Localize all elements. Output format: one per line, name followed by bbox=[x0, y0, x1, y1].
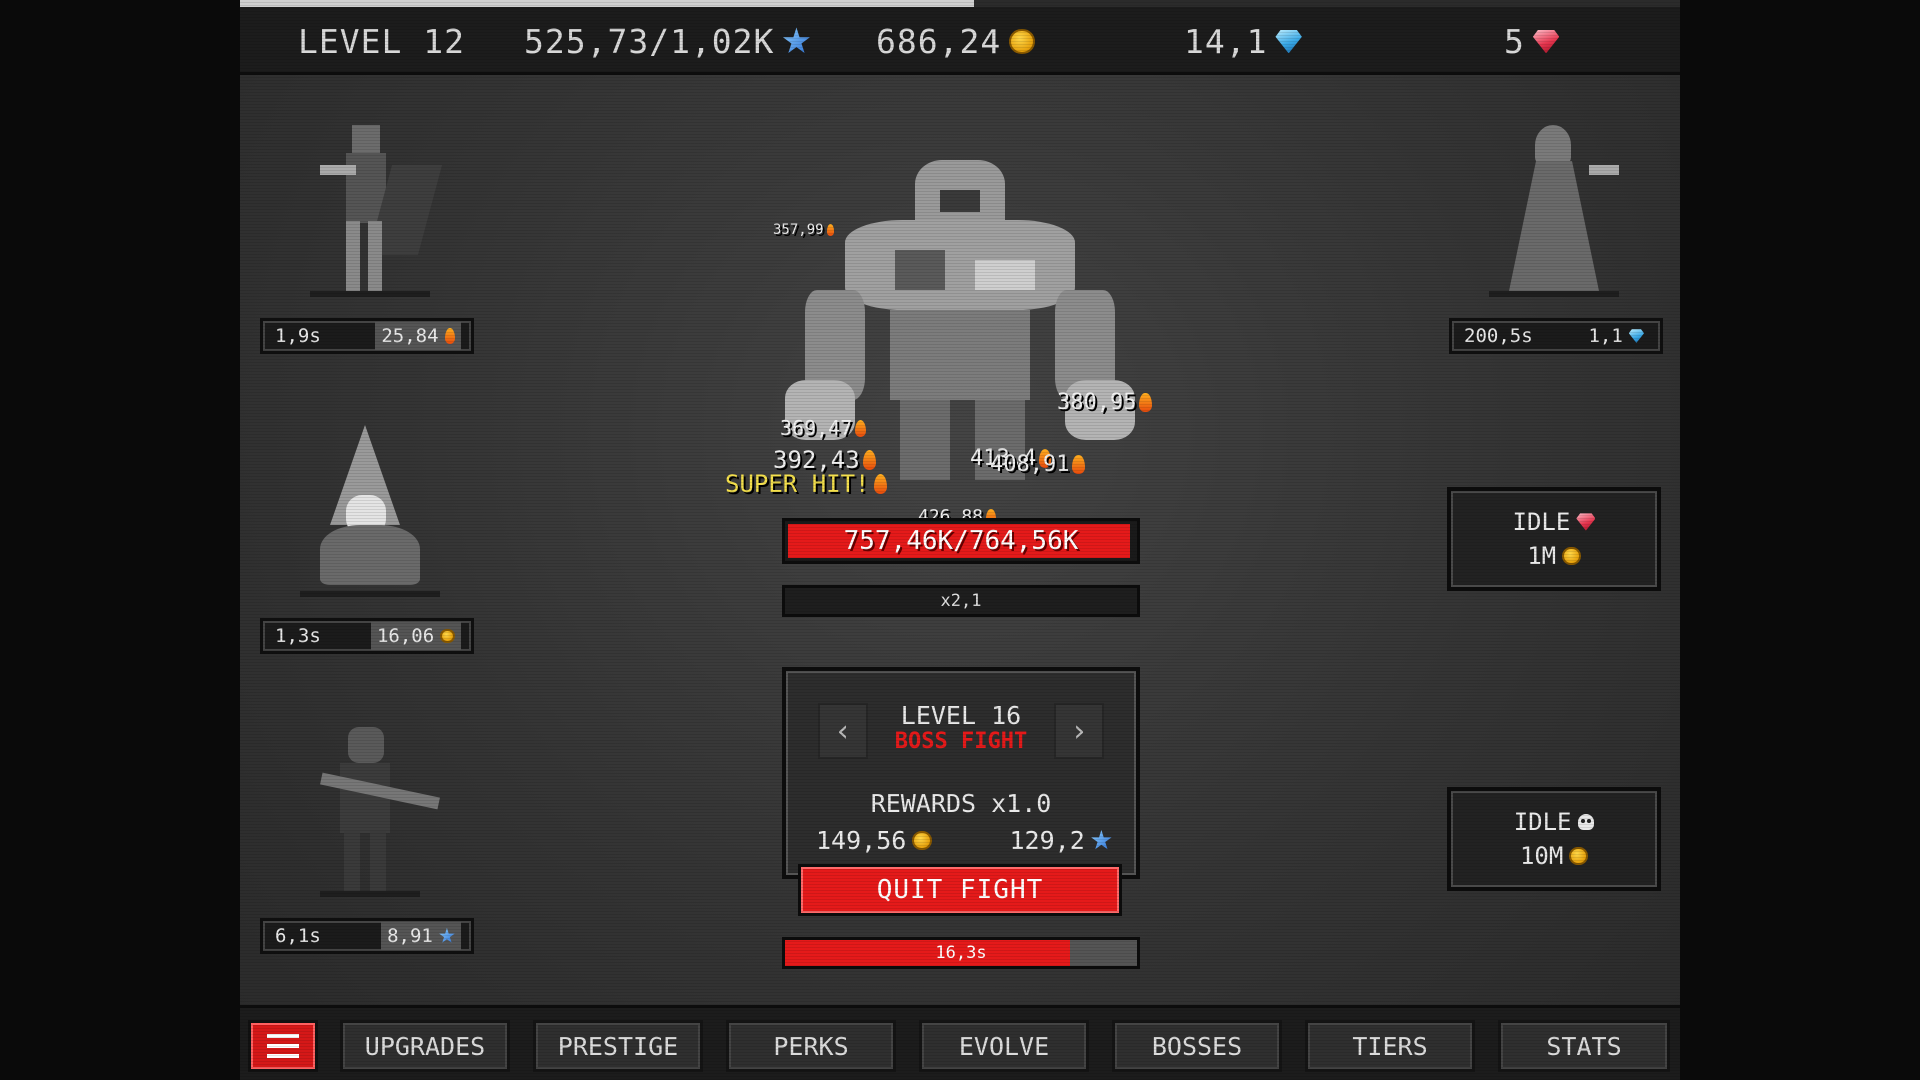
tab-tiers[interactable]: TIERS bbox=[1305, 1020, 1475, 1072]
rewards-title: REWARDS x1.0 bbox=[870, 789, 1052, 818]
star-icon bbox=[782, 27, 810, 53]
top-stats-bar: LEVEL 12 525,73/1,02K 686,24 14,1 5 bbox=[240, 7, 1680, 75]
coin-icon bbox=[912, 830, 932, 851]
gem-icon bbox=[1275, 29, 1302, 54]
skull-icon bbox=[1577, 813, 1595, 831]
hero-card-wizard[interactable]: 1,3s 16,06 bbox=[260, 415, 474, 654]
ghost-hero-sprite bbox=[1449, 115, 1659, 315]
ruby-icon bbox=[1532, 29, 1560, 54]
hero-gold: 16,06 bbox=[376, 625, 435, 647]
tab-evolve[interactable]: EVOLVE bbox=[919, 1020, 1089, 1072]
hero-stat-bar: 1,9s 25,84 bbox=[260, 318, 474, 354]
idle-label: IDLE bbox=[1512, 508, 1571, 536]
player-level: LEVEL 12 bbox=[298, 22, 465, 61]
boss-health-bar: 757,46K/764,56K bbox=[782, 518, 1140, 564]
hero-attack-time: 1,3s bbox=[275, 625, 321, 647]
xp-counter: 525,73/1,02K bbox=[524, 22, 810, 61]
hamburger-menu-button[interactable] bbox=[248, 1020, 318, 1072]
menu-icon bbox=[267, 1034, 299, 1038]
idle-cost: 10M bbox=[1519, 842, 1564, 870]
fight-timer-text: 16,3s bbox=[935, 943, 987, 963]
level-title: LEVEL 16 bbox=[900, 701, 1022, 730]
bottom-navigation: UPGRADES PRESTIGE PERKS EVOLVE BOSSES TI… bbox=[240, 1005, 1680, 1080]
flame-icon bbox=[1072, 455, 1085, 474]
flame-icon bbox=[862, 449, 876, 471]
tab-stats[interactable]: STATS bbox=[1498, 1020, 1670, 1072]
hero-attack-time: 1,9s bbox=[275, 325, 321, 347]
hero-attack-time: 200,5s bbox=[1464, 325, 1533, 347]
tab-prestige[interactable]: PRESTIGE bbox=[533, 1020, 703, 1072]
hero-stat-bar: 1,3s 16,06 bbox=[260, 618, 474, 654]
multiplier-text: x2,1 bbox=[940, 591, 982, 611]
super-hit-label: SUPER HIT! bbox=[725, 470, 887, 498]
gem-counter: 14,1 bbox=[1184, 22, 1302, 61]
damage-multiplier-bar: x2,1 bbox=[782, 585, 1140, 617]
damage-number: 369,47 bbox=[780, 416, 867, 440]
flame-icon bbox=[826, 224, 835, 236]
xp-progress-strip bbox=[240, 0, 1680, 7]
flame-icon bbox=[855, 419, 867, 437]
coin-icon bbox=[440, 628, 455, 644]
star-icon bbox=[439, 927, 455, 943]
ruby-counter: 5 bbox=[1504, 22, 1560, 61]
reward-coins: 149,56 bbox=[816, 826, 932, 855]
idle-cost: 1M bbox=[1527, 542, 1557, 570]
coin-icon bbox=[1009, 28, 1035, 55]
elf-hero-sprite bbox=[260, 115, 470, 315]
gem-icon bbox=[1628, 329, 1644, 343]
hero-card-elf[interactable]: 1,9s 25,84 bbox=[260, 115, 474, 354]
idle-skull-button[interactable]: IDLE 10M bbox=[1447, 787, 1661, 891]
hero-card-gunner[interactable]: 6,1s 8,91 bbox=[260, 715, 474, 954]
fight-timer-bar: 16,3s bbox=[782, 937, 1140, 969]
game-stage: LEVEL 12 525,73/1,02K 686,24 14,1 5 1,9s… bbox=[240, 0, 1680, 1080]
hero-card-ghost[interactable]: 200,5s 1,1 bbox=[1449, 115, 1663, 354]
gunner-hero-sprite bbox=[260, 715, 470, 915]
tab-upgrades[interactable]: UPGRADES bbox=[340, 1020, 510, 1072]
hero-stat-bar: 200,5s 1,1 bbox=[1449, 318, 1663, 354]
level-select-panel: ‹ › LEVEL 16 BOSS FIGHT REWARDS x1.0 149… bbox=[782, 667, 1140, 879]
tab-perks[interactable]: PERKS bbox=[726, 1020, 896, 1072]
flame-icon bbox=[444, 327, 455, 345]
wizard-hero-sprite bbox=[260, 415, 470, 615]
rewards-row: 149,56 129,2 bbox=[816, 826, 1112, 855]
damage-number: 357,99 bbox=[773, 222, 835, 238]
hero-attack-time: 6,1s bbox=[275, 925, 321, 947]
idle-label: IDLE bbox=[1513, 808, 1572, 836]
quit-fight-button[interactable]: QUIT FIGHT bbox=[798, 864, 1122, 916]
flame-icon bbox=[1139, 393, 1152, 412]
boss-health-text: 757,46K/764,56K bbox=[843, 526, 1079, 556]
tab-bosses[interactable]: BOSSES bbox=[1112, 1020, 1282, 1072]
hero-gems: 1,1 bbox=[1588, 325, 1623, 347]
idle-ruby-button[interactable]: IDLE 1M bbox=[1447, 487, 1661, 591]
hero-damage: 25,84 bbox=[381, 325, 439, 347]
coin-icon bbox=[1562, 546, 1581, 566]
star-icon bbox=[1091, 829, 1112, 850]
coin-icon bbox=[1569, 846, 1589, 866]
coin-counter: 686,24 bbox=[876, 22, 1035, 61]
ruby-icon bbox=[1576, 513, 1596, 531]
damage-number: 380,95 bbox=[1057, 390, 1152, 415]
flame-icon bbox=[873, 473, 887, 495]
hero-xp: 8,91 bbox=[387, 925, 433, 947]
boss-fight-label: BOSS FIGHT bbox=[894, 729, 1028, 754]
reward-stars: 129,2 bbox=[1009, 826, 1112, 855]
hero-stat-bar: 6,1s 8,91 bbox=[260, 918, 474, 954]
damage-number: 408,91 bbox=[990, 452, 1085, 477]
